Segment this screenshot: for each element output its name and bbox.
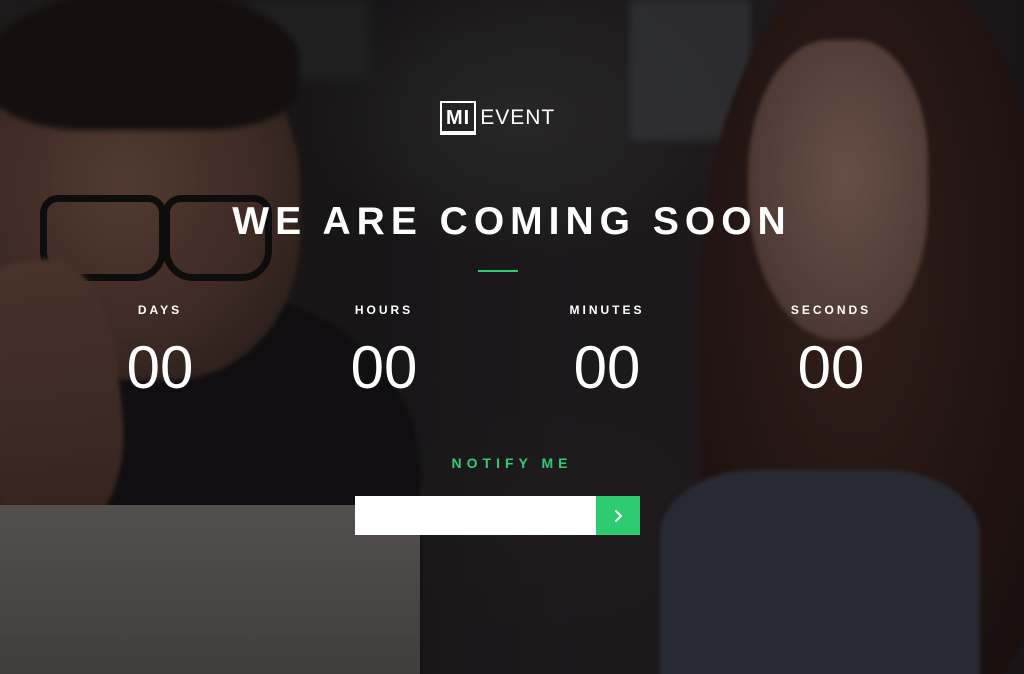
countdown-value: 00 (350, 334, 418, 401)
title-divider (478, 270, 518, 272)
countdown-hours: HOURS 00 (304, 300, 464, 406)
countdown-value: 00 (797, 334, 865, 401)
countdown-timer: DAYS 00 HOURS 00 MINUTES 00 SECONDS 00 (0, 300, 1024, 410)
countdown-label: MINUTES (569, 303, 645, 317)
logo-word-text: EVENT (480, 106, 556, 129)
notify-form (355, 496, 640, 535)
countdown-label: DAYS (137, 303, 183, 317)
countdown-value: 00 (573, 334, 641, 401)
countdown-label: HOURS (354, 303, 414, 317)
countdown-minutes: MINUTES 00 (527, 300, 687, 406)
notify-submit-button[interactable] (596, 496, 640, 535)
countdown-seconds: SECONDS 00 (751, 300, 911, 406)
coming-soon-content: MI EVENT WE ARE COMING SOON DAYS 00 HOUR… (0, 0, 1024, 674)
chevron-right-icon (615, 509, 622, 522)
countdown-label: SECONDS (790, 303, 872, 317)
notify-heading: NOTIFY ME (451, 455, 573, 471)
countdown-value: 00 (126, 334, 194, 401)
logo-box-text: MI (440, 101, 477, 135)
page-title: WE ARE COMING SOON (232, 200, 792, 243)
email-input[interactable] (355, 496, 596, 535)
countdown-days: DAYS 00 (80, 300, 240, 406)
brand-logo[interactable]: MI EVENT (440, 100, 555, 136)
